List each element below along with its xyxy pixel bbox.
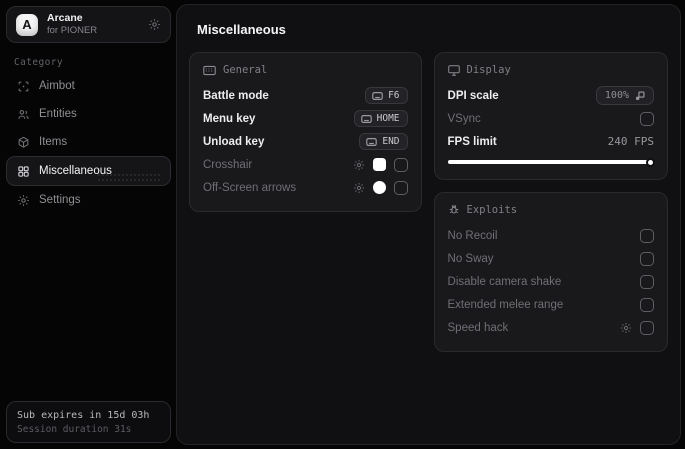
exploits-card: Exploits No Recoil No Sway Disable camer… xyxy=(433,192,668,352)
grid-icon xyxy=(16,165,30,178)
extended-melee-range-row: Extended melee range xyxy=(448,293,654,316)
disable-camera-shake-row: Disable camera shake xyxy=(448,270,654,293)
disable-camera-shake-checkbox[interactable] xyxy=(640,274,654,289)
fps-limit-label: FPS limit xyxy=(447,135,497,148)
extended-melee-range-checkbox[interactable] xyxy=(640,297,654,312)
display-header: Display xyxy=(466,64,511,76)
speed-hack-checkbox[interactable] xyxy=(640,320,654,335)
crosshair-label: Crosshair xyxy=(203,158,253,171)
offscreen-arrows-label: Off-Screen arrows xyxy=(203,181,297,194)
entities-icon xyxy=(16,108,30,121)
category-label: Category xyxy=(14,57,63,68)
box-icon xyxy=(16,136,30,149)
no-recoil-row: No Recoil xyxy=(448,224,654,247)
sidebar-item-aimbot[interactable]: Aimbot xyxy=(6,72,171,100)
sub-expiry-text: Sub expires in 15d 03h xyxy=(17,410,150,421)
menu-keybind[interactable]: HOME xyxy=(353,110,408,127)
key-icon xyxy=(360,114,372,123)
crosshair-settings-gear-icon[interactable] xyxy=(353,159,365,171)
speed-hack-label: Speed hack xyxy=(447,321,509,334)
session-duration-text: Session duration 31s xyxy=(17,424,132,435)
gear-icon xyxy=(16,194,30,207)
no-recoil-checkbox[interactable] xyxy=(640,228,654,243)
offscreen-arrows-row: Off-Screen arrows xyxy=(203,176,408,199)
crosshair-row: Crosshair xyxy=(203,153,408,176)
no-sway-row: No Sway xyxy=(448,247,654,270)
main-panel: Miscellaneous General Battle mode F6 Men… xyxy=(176,4,681,445)
speed-hack-settings-gear-icon[interactable] xyxy=(620,322,632,334)
sidebar-item-label: Aimbot xyxy=(39,80,75,92)
app-header-card: A Arcane for PIONER xyxy=(6,6,171,43)
general-card: General Battle mode F6 Menu key HOME Unl… xyxy=(189,52,422,212)
fps-limit-value: 240 FPS xyxy=(607,135,654,148)
key-icon xyxy=(372,91,383,100)
app-name: Arcane xyxy=(47,12,83,24)
display-card: Display DPI scale 100% VSync FPS limit 2… xyxy=(433,52,668,180)
vsync-label: VSync xyxy=(447,112,481,125)
active-item-decor-dots xyxy=(98,174,160,181)
sidebar-item-items[interactable]: Items xyxy=(6,128,171,156)
unload-keybind[interactable]: END xyxy=(359,133,408,150)
menu-key-row: Menu key HOME xyxy=(203,107,408,130)
keyboard-icon xyxy=(203,65,216,76)
subscription-status-card: Sub expires in 15d 03h Session duration … xyxy=(6,401,171,443)
general-header: General xyxy=(223,64,268,76)
sidebar-item-label: Settings xyxy=(39,194,81,206)
extended-melee-range-label: Extended melee range xyxy=(447,298,564,311)
battle-mode-keybind[interactable]: F6 xyxy=(365,87,408,104)
offscreen-color-swatch[interactable] xyxy=(372,181,386,194)
offscreen-checkbox[interactable] xyxy=(393,180,408,195)
fps-slider-fill xyxy=(447,160,654,164)
sidebar-item-label: Items xyxy=(39,136,68,148)
vsync-checkbox[interactable] xyxy=(640,111,654,126)
no-sway-checkbox[interactable] xyxy=(640,251,654,266)
fps-limit-row: FPS limit 240 FPS xyxy=(448,130,654,153)
sidebar: A Arcane for PIONER Category Aimbot Enti… xyxy=(6,6,171,443)
offscreen-settings-gear-icon[interactable] xyxy=(353,182,365,194)
speed-hack-row: Speed hack xyxy=(448,316,654,339)
sidebar-item-settings[interactable]: Settings xyxy=(6,186,171,214)
fps-slider-thumb[interactable] xyxy=(646,157,655,167)
dpi-scale-label: DPI scale xyxy=(447,89,499,102)
sidebar-item-entities[interactable]: Entities xyxy=(6,100,171,128)
vsync-row: VSync xyxy=(448,107,654,130)
app-logo: A xyxy=(16,13,38,36)
dpi-scale-select[interactable]: 100% xyxy=(595,86,654,105)
page-title: Miscellaneous xyxy=(197,22,286,37)
unload-key-label: Unload key xyxy=(203,135,265,148)
header-gear-icon[interactable] xyxy=(148,18,161,31)
crosshair-checkbox[interactable] xyxy=(393,157,408,172)
bug-icon xyxy=(448,204,460,216)
app-subtitle: for PIONER xyxy=(47,25,98,37)
scale-icon xyxy=(635,91,645,101)
monitor-icon xyxy=(447,64,460,76)
battle-mode-row: Battle mode F6 xyxy=(203,84,408,107)
exploits-header: Exploits xyxy=(466,204,518,216)
fps-limit-slider[interactable] xyxy=(447,157,655,167)
no-recoil-label: No Recoil xyxy=(447,229,498,242)
unload-key-row: Unload key END xyxy=(203,130,408,153)
crosshair-color-swatch[interactable] xyxy=(372,158,386,171)
sidebar-item-miscellaneous[interactable]: Miscellaneous xyxy=(6,156,171,186)
dpi-scale-row: DPI scale 100% xyxy=(448,84,654,107)
disable-camera-shake-label: Disable camera shake xyxy=(447,275,562,288)
crosshair-scan-icon xyxy=(16,80,30,93)
category-nav: Aimbot Entities Items Miscellaneous Sett… xyxy=(6,72,171,214)
sidebar-item-label: Entities xyxy=(39,108,77,120)
battle-mode-label: Battle mode xyxy=(203,89,269,102)
menu-key-label: Menu key xyxy=(203,112,256,125)
no-sway-label: No Sway xyxy=(447,252,494,265)
key-icon xyxy=(366,137,378,146)
